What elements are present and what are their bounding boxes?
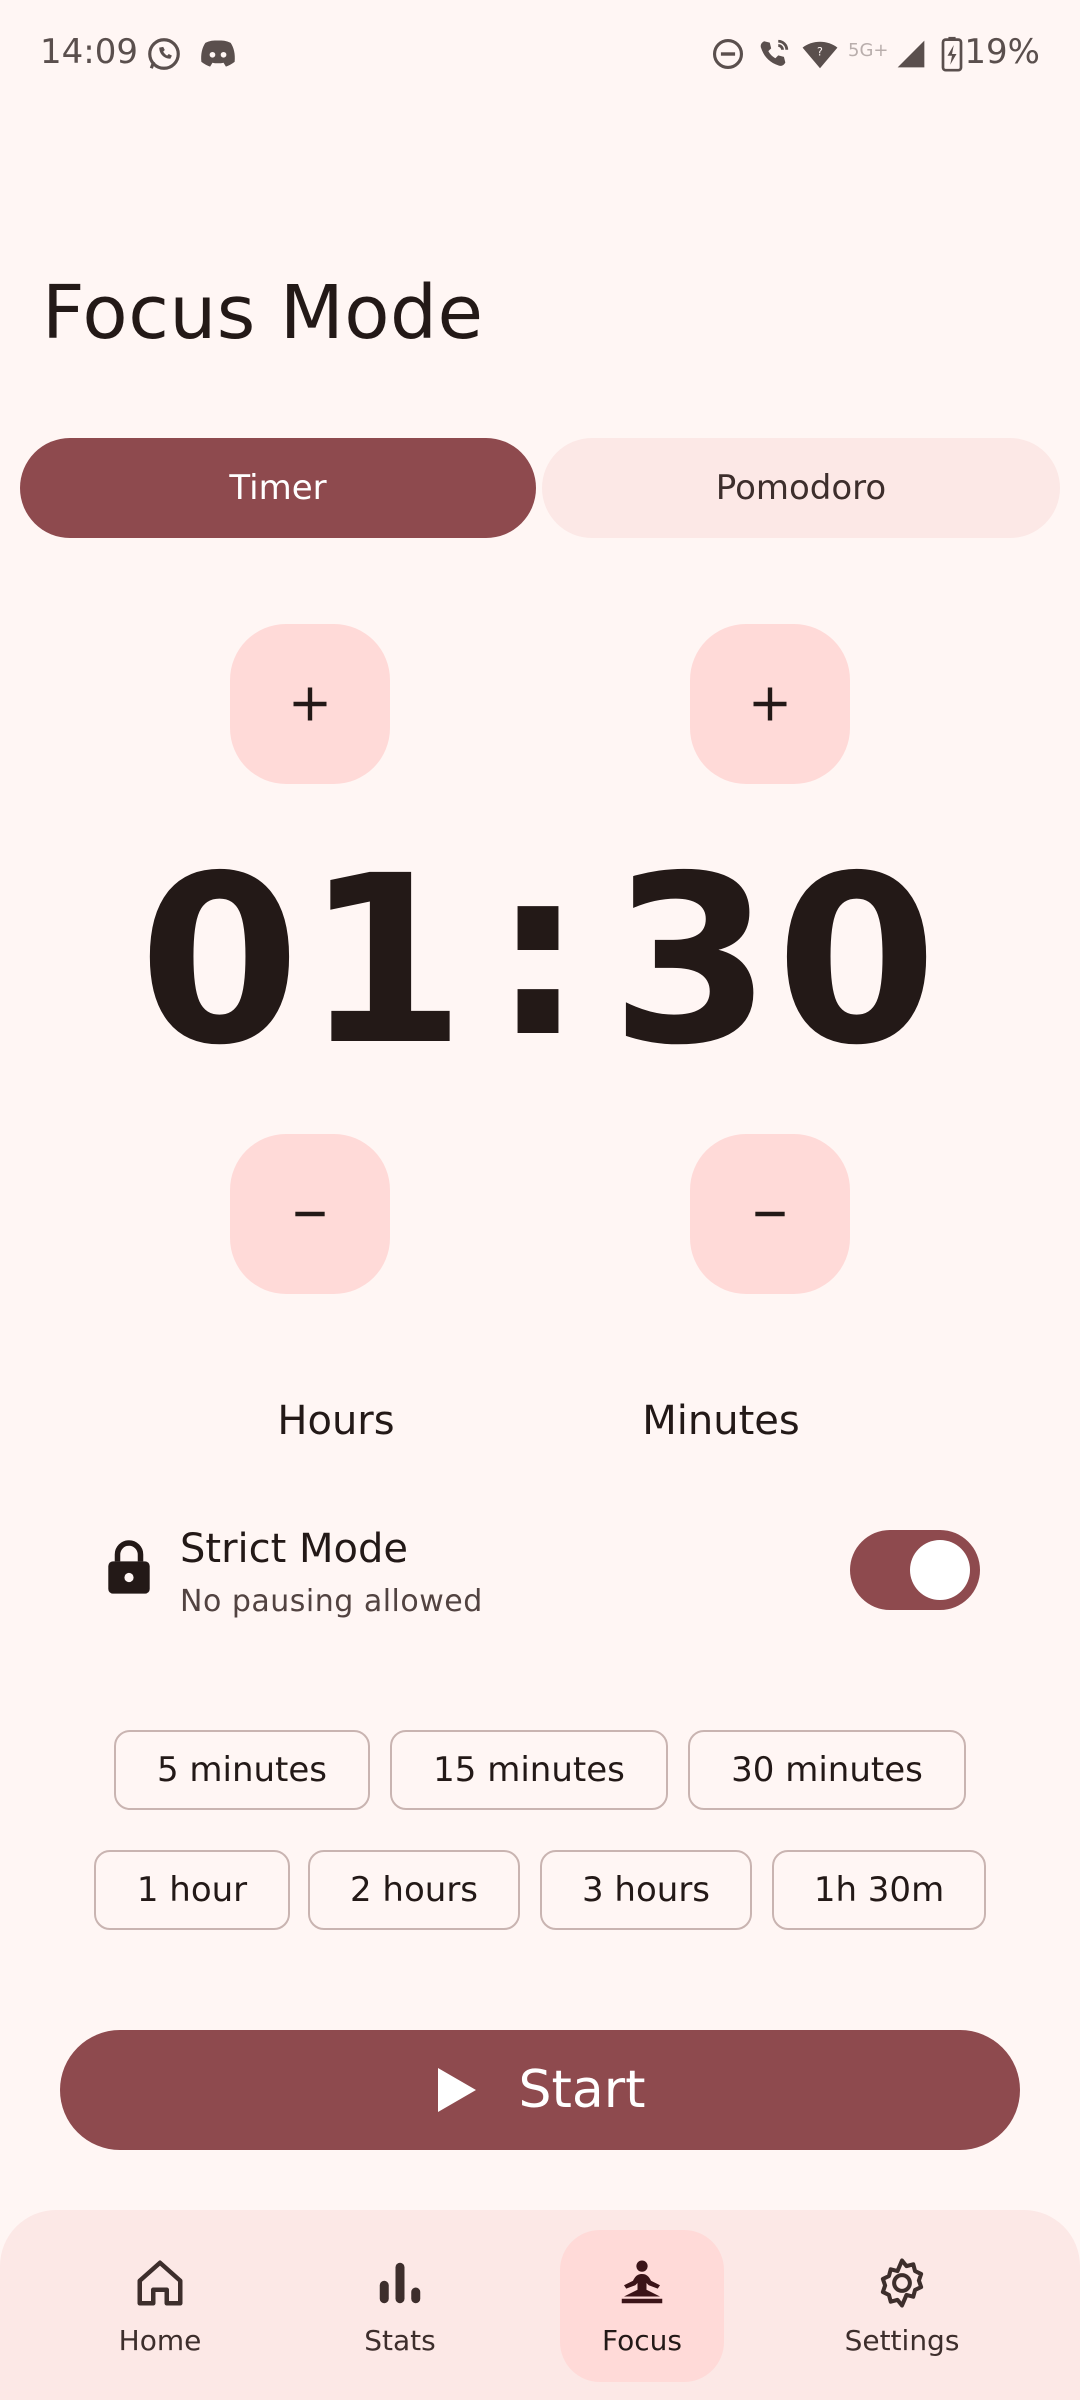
strict-mode-toggle[interactable]: [850, 1530, 980, 1610]
gear-icon: [880, 2257, 924, 2308]
minutes-label: Minutes: [642, 1398, 800, 1444]
page-title: Focus Mode: [42, 270, 484, 356]
plus-icon: [293, 687, 327, 721]
strict-mode-title: Strict Mode: [180, 1526, 409, 1572]
preset-chip-1-hour[interactable]: 1 hour: [94, 1850, 290, 1930]
minus-icon: [295, 1211, 325, 1217]
battery-percentage: 19%: [964, 32, 1040, 72]
network-type-label: 5G+: [848, 39, 889, 61]
bottom-navigation: Home Stats Focus Settings: [0, 2210, 1080, 2400]
discord-icon: [198, 34, 238, 74]
minutes-increment-button[interactable]: [690, 624, 850, 784]
cell-signal-icon: [894, 34, 928, 74]
lock-icon: [108, 1540, 150, 1594]
wifi-calling-icon: [756, 34, 792, 74]
nav-label-stats: Stats: [364, 2323, 436, 2357]
minutes-decrement-button[interactable]: [690, 1134, 850, 1294]
preset-chip-1h-30m[interactable]: 1h 30m: [772, 1850, 986, 1930]
do-not-disturb-icon: [710, 34, 746, 74]
hours-decrement-button[interactable]: [230, 1134, 390, 1294]
preset-chip-5-minutes[interactable]: 5 minutes: [114, 1730, 370, 1810]
hours-label: Hours: [277, 1398, 395, 1444]
bar-chart-icon: [379, 2262, 421, 2303]
hours-value: 01: [138, 826, 470, 1096]
wifi-icon: ?: [800, 34, 840, 74]
preset-chip-30-minutes[interactable]: 30 minutes: [688, 1730, 966, 1810]
preset-chip-15-minutes[interactable]: 15 minutes: [390, 1730, 668, 1810]
minus-icon: [755, 1211, 785, 1217]
meditation-icon: [621, 2260, 663, 2303]
nav-item-home[interactable]: Home: [78, 2230, 242, 2382]
status-bar: 14:09 ? 5G+ 19%: [0, 0, 1080, 110]
minutes-value: 30: [610, 826, 942, 1096]
status-time: 14:09: [40, 32, 138, 72]
tab-timer[interactable]: Timer: [20, 438, 536, 538]
nav-item-settings[interactable]: Settings: [820, 2230, 984, 2382]
battery-charging-icon: [940, 34, 964, 74]
home-icon: [137, 2260, 183, 2305]
timer-display: 01:30: [0, 837, 1080, 1077]
start-button[interactable]: Start: [60, 2030, 1020, 2150]
time-separator: :: [491, 818, 589, 1088]
nav-label-settings: Settings: [844, 2323, 960, 2357]
nav-label-home: Home: [118, 2323, 202, 2357]
nav-item-focus[interactable]: Focus: [560, 2230, 724, 2382]
svg-text:?: ?: [817, 46, 823, 59]
hours-increment-button[interactable]: [230, 624, 390, 784]
nav-item-stats[interactable]: Stats: [318, 2230, 482, 2382]
plus-icon: [753, 687, 787, 721]
toggle-thumb: [910, 1540, 970, 1600]
preset-chip-2-hours[interactable]: 2 hours: [308, 1850, 520, 1930]
start-button-label: Start: [518, 2060, 646, 2120]
play-icon: [438, 2068, 477, 2112]
tab-pomodoro[interactable]: Pomodoro: [542, 438, 1060, 538]
strict-mode-subtitle: No pausing allowed: [180, 1584, 483, 1619]
whatsapp-icon: [144, 34, 184, 74]
preset-chip-3-hours[interactable]: 3 hours: [540, 1850, 752, 1930]
nav-label-focus: Focus: [602, 2323, 682, 2357]
